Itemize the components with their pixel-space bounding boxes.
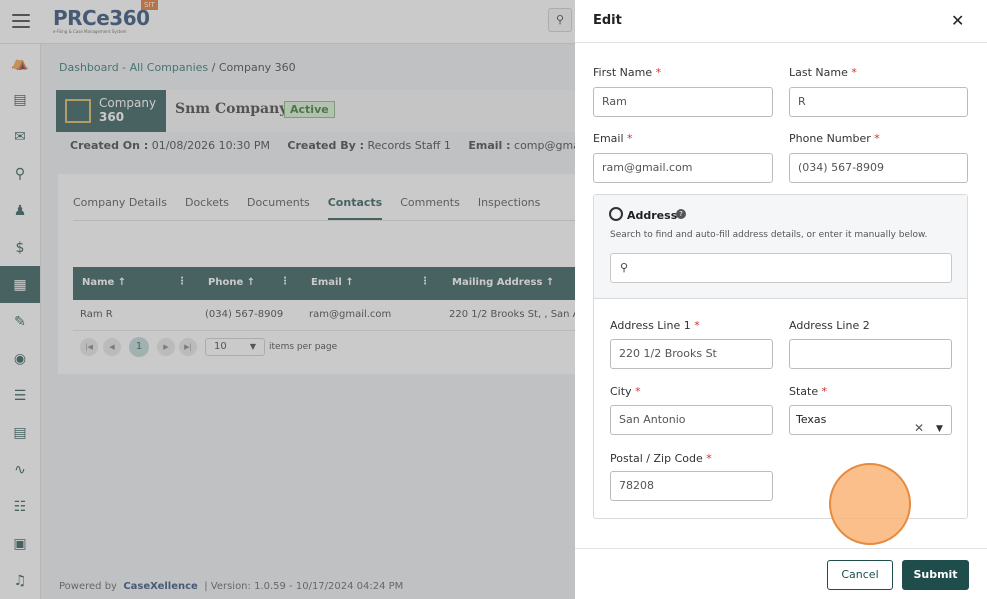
city-field[interactable]: San Antonio [610,405,773,435]
email-field[interactable]: ram@gmail.com [593,153,773,183]
address-line1-label: Address Line 1 * [610,319,700,332]
address-line1-field[interactable]: 220 1/2 Brooks St [610,339,773,369]
address-line2-field[interactable] [789,339,952,369]
drawer-header: Edit ✕ [575,0,987,43]
drawer-title: Edit [593,13,622,28]
state-select[interactable]: Texas ✕ ▼ [789,405,952,435]
address-description: Search to find and auto-fill address det… [610,230,928,240]
phone-label: Phone Number * [789,132,880,145]
phone-field[interactable]: (034) 567-8909 [789,153,968,183]
address-title: Address [627,209,678,222]
state-select-value: Texas [796,413,827,426]
address-section: Address ? Search to find and auto-fill a… [593,194,968,519]
address-search-input[interactable]: ⚲ [610,253,952,283]
clear-icon[interactable]: ✕ [914,414,924,434]
first-name-label: First Name * [593,66,662,79]
search-icon: ⚲ [620,261,629,274]
zip-field[interactable]: 78208 [610,471,773,501]
help-icon[interactable]: ? [676,209,686,219]
drawer-footer: Cancel Submit [575,548,987,599]
modal-backdrop[interactable] [0,0,575,599]
chevron-down-icon[interactable]: ▼ [936,415,943,434]
state-label: State * [789,385,828,398]
close-icon[interactable]: ✕ [951,11,964,30]
last-name-label: Last Name * [789,66,857,79]
city-label: City * [610,385,641,398]
edit-drawer: Edit ✕ First Name * Ram Last Name * R Em… [575,0,987,599]
cancel-button[interactable]: Cancel [827,560,893,590]
email-label: Email * [593,132,633,145]
address-search-panel: Address ? Search to find and auto-fill a… [594,195,967,299]
first-name-field[interactable]: Ram [593,87,773,117]
address-search-icon [609,207,623,221]
last-name-field[interactable]: R [789,87,968,117]
submit-button[interactable]: Submit [902,560,969,590]
zip-label: Postal / Zip Code * [610,452,712,465]
click-indicator [829,463,911,545]
address-line2-label: Address Line 2 [789,319,870,332]
